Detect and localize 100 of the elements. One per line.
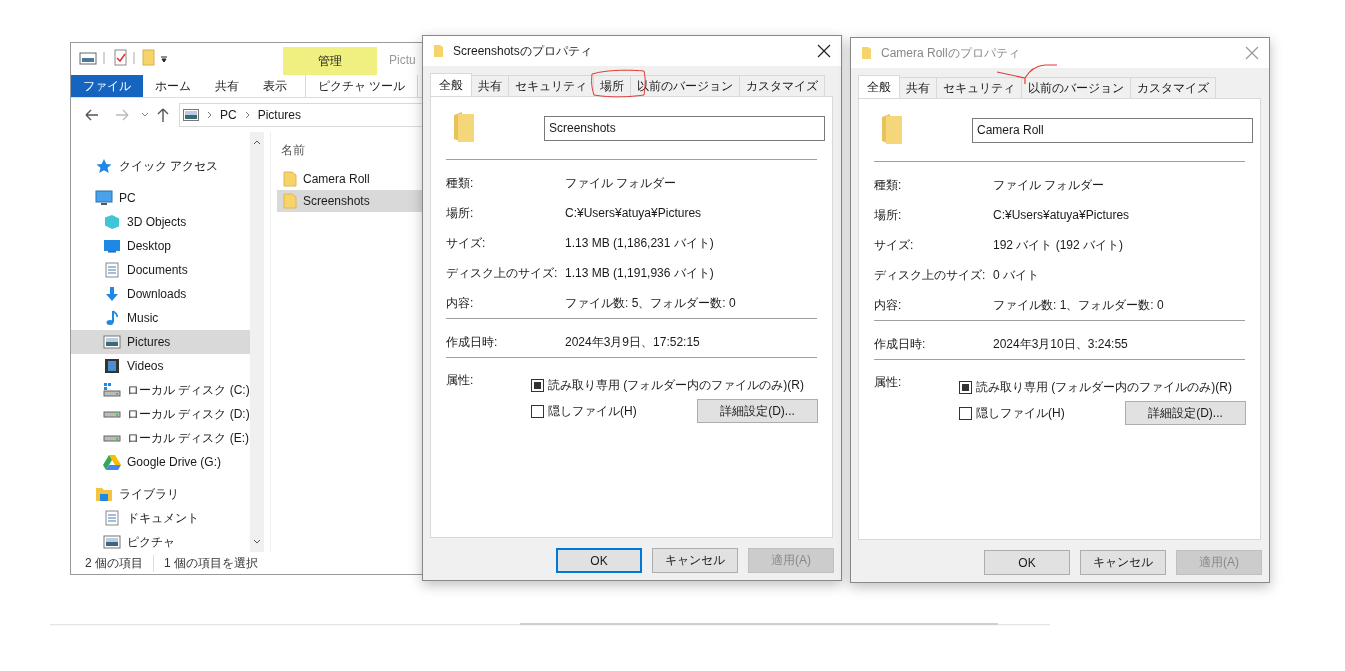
- property-label: 作成日時:: [874, 335, 927, 353]
- property-value: ファイル数: 1、フォルダー数: 0: [993, 296, 1164, 314]
- ribbon-tab[interactable]: ファイル: [71, 75, 143, 97]
- dialog-title: Camera Rollのプロパティ: [881, 44, 1020, 62]
- nav-item[interactable]: Videos: [71, 354, 250, 378]
- address-bar[interactable]: PC Pictures: [179, 103, 422, 127]
- close-icon[interactable]: [817, 44, 831, 58]
- folder-icon: [880, 113, 904, 147]
- doc-icon: [103, 262, 121, 278]
- column-header[interactable]: 名前: [271, 142, 422, 168]
- property-value: 1.13 MB (1,186,231 バイト): [565, 234, 714, 252]
- checkbox-label: 隠しファイル(H): [548, 402, 637, 420]
- nav-item[interactable]: クイック アクセス: [71, 154, 250, 178]
- ribbon-tab[interactable]: ホーム: [143, 75, 203, 97]
- breadcrumb[interactable]: PC: [220, 108, 237, 122]
- nav-item[interactable]: ドキュメント: [71, 506, 250, 530]
- drive-icon: [103, 410, 121, 418]
- pictures-icon: [103, 334, 121, 350]
- property-label: サイズ:: [446, 234, 487, 252]
- pictures-icon: [183, 109, 199, 121]
- property-label: 属性:: [446, 372, 475, 389]
- checkbox-box[interactable]: [959, 406, 972, 420]
- cube-icon: [103, 214, 121, 230]
- context-tab-group: 管理: [283, 47, 377, 75]
- property-value: ファイル フォルダー: [993, 176, 1105, 194]
- window-title: Pictu: [389, 53, 416, 67]
- property-label: ディスク上のサイズ:: [446, 264, 559, 282]
- folder-icon: [283, 193, 297, 209]
- ribbon-tab[interactable]: 共有: [203, 75, 251, 97]
- property-value: ファイル フォルダー: [565, 174, 677, 192]
- pc-icon: [95, 190, 113, 206]
- property-label: 内容:: [446, 294, 475, 312]
- nav-item[interactable]: ピクチャ: [71, 530, 250, 554]
- tab[interactable]: 全般: [430, 73, 472, 96]
- property-label: 場所:: [874, 206, 903, 224]
- gdrive-icon: [103, 454, 121, 470]
- nav-item[interactable]: ローカル ディスク (E:): [71, 426, 250, 450]
- nav-item[interactable]: Desktop: [71, 234, 250, 258]
- property-label: 種類:: [446, 174, 475, 192]
- checkbox-box[interactable]: [531, 404, 544, 418]
- pictures-icon: [103, 534, 121, 550]
- property-label: 作成日時:: [446, 333, 499, 351]
- nav-item[interactable]: Documents: [71, 258, 250, 282]
- file-item[interactable]: Screenshots: [277, 190, 422, 212]
- nav-item[interactable]: Google Drive (G:): [71, 450, 250, 474]
- property-value: C:¥Users¥atuya¥Pictures: [993, 208, 1130, 222]
- checkbox[interactable]: 隠しファイル(H): [531, 402, 637, 420]
- folder-icon: [283, 171, 297, 187]
- property-value: 2024年3月10日、3:24:55: [993, 335, 1128, 353]
- scrollbar[interactable]: [250, 132, 264, 552]
- breadcrumb[interactable]: Pictures: [257, 108, 302, 122]
- ribbon-tab[interactable]: ピクチャ ツール: [305, 75, 419, 97]
- videos-icon: [103, 358, 121, 374]
- file-item[interactable]: Camera Roll: [277, 168, 422, 190]
- status-text: 2 個の項目: [85, 554, 143, 572]
- status-text: 1 個の項目を選択: [153, 554, 259, 572]
- nav-item[interactable]: PC: [71, 186, 250, 210]
- property-value: C:¥Users¥atuya¥Pictures: [565, 206, 702, 220]
- navigation-arrows-icon[interactable]: [84, 107, 170, 123]
- nav-item[interactable]: 3D Objects: [71, 210, 250, 234]
- name-field[interactable]: Screenshots: [544, 115, 825, 141]
- nav-item[interactable]: Music: [71, 306, 250, 330]
- property-value: 192 バイト (192 バイト): [993, 236, 1124, 254]
- drive-win-icon: [103, 382, 121, 398]
- tab[interactable]: カスタマイズ: [739, 75, 825, 96]
- checkbox-box[interactable]: [531, 378, 544, 392]
- doc-icon: [103, 510, 121, 526]
- property-label: 内容:: [874, 296, 903, 314]
- dialog-button[interactable]: キャンセル: [652, 548, 738, 573]
- music-icon: [103, 310, 121, 326]
- nav-item[interactable]: Downloads: [71, 282, 250, 306]
- advanced-button[interactable]: 詳細設定(D)...: [697, 399, 818, 423]
- nav-item[interactable]: ライブラリ: [71, 482, 250, 506]
- dialog-button[interactable]: OK: [556, 548, 642, 573]
- property-value: ファイル数: 5、フォルダー数: 0: [565, 294, 736, 312]
- property-label: 種類:: [874, 176, 903, 194]
- star-icon: [95, 158, 113, 174]
- checkbox-label: 隠しファイル(H): [976, 404, 1065, 422]
- nav-item[interactable]: ローカル ディスク (D:): [71, 402, 250, 426]
- property-value: 1.13 MB (1,191,936 バイト): [565, 264, 714, 282]
- folder-icon: [452, 111, 476, 145]
- drive-icon: [103, 434, 121, 442]
- property-value: 0 バイト: [993, 266, 1039, 284]
- folder-icon: [861, 46, 873, 60]
- ribbon-tab[interactable]: 表示: [251, 75, 299, 97]
- property-label: 属性:: [874, 374, 903, 391]
- chevron-icon: [207, 111, 212, 119]
- chevron-icon: [244, 111, 250, 119]
- property-label: 場所:: [446, 204, 475, 222]
- dialog-title: Screenshotsのプロパティ: [453, 42, 592, 60]
- property-value: 2024年3月9日、17:52:15: [565, 333, 700, 351]
- desktop-icon: [103, 238, 121, 254]
- folder-icon: [433, 44, 445, 58]
- property-label: サイズ:: [874, 236, 915, 254]
- checkbox-box[interactable]: [959, 380, 972, 394]
- property-label: ディスク上のサイズ:: [874, 266, 987, 284]
- library-icon: [95, 486, 113, 502]
- nav-item[interactable]: Pictures: [71, 330, 250, 354]
- download-icon: [103, 286, 121, 302]
- nav-item[interactable]: ローカル ディスク (C:): [71, 378, 250, 402]
